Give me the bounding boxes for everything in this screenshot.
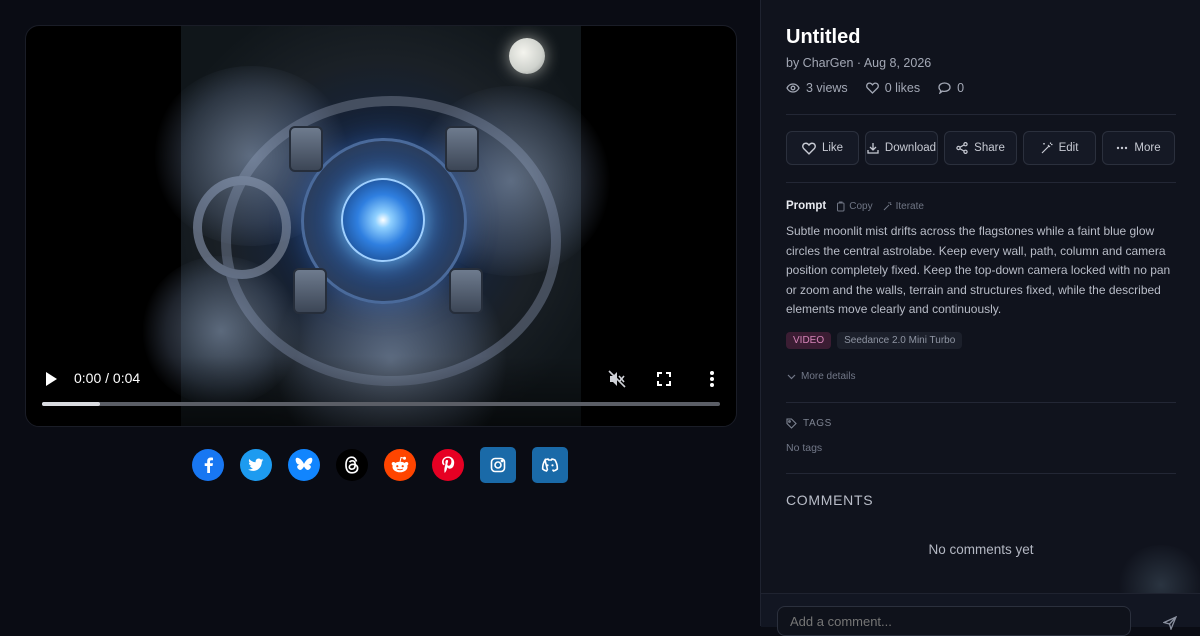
like-label: Like [821,142,844,154]
volume-muted-icon [608,370,626,388]
mute-button[interactable] [606,368,628,390]
threads-icon [345,456,359,474]
model-badge: Seedance 2.0 Mini Turbo [837,332,963,349]
copy-prompt-button[interactable]: Copy [836,200,873,212]
discord-icon [541,458,559,472]
twitter-icon [248,458,264,471]
pinterest-icon [442,456,455,473]
bluesky-share-button[interactable] [288,449,320,481]
divider [786,473,1176,474]
post-byline: by CharGen · Aug 8, 2026 [786,56,932,70]
column [449,268,483,314]
moon [509,38,545,74]
views-count: 3 views [806,81,848,95]
tags-empty: No tags [786,442,823,454]
facebook-share-button[interactable] [192,449,224,481]
comment-icon [938,82,951,94]
views-stat: 3 views [786,81,848,95]
heart-icon [865,82,879,94]
threads-share-button[interactable] [336,449,368,481]
sparkle-icon [883,202,892,211]
share-label: Share [974,142,1005,154]
eye-icon [786,83,800,93]
reddit-share-button[interactable] [384,449,416,481]
comments-stat: 0 [938,81,964,95]
magic-wand-icon [1041,142,1053,154]
heart-icon [802,142,816,155]
discord-share-button[interactable] [532,447,568,483]
send-icon [1162,615,1178,631]
post-stats: 3 views 0 likes 0 [786,81,964,95]
tags-heading: TAGS [803,418,832,429]
download-label: Download [884,142,937,154]
media-pane: 0:00 / 0:04 [0,0,760,626]
fullscreen-button[interactable] [653,368,675,390]
post-title: Untitled [786,26,861,48]
divider [786,402,1176,403]
badges: VIDEO Seedance 2.0 Mini Turbo [786,332,963,349]
pinterest-share-button[interactable] [432,449,464,481]
copy-label: Copy [849,200,873,212]
more-details-toggle[interactable]: More details [787,371,855,382]
video-menu-button[interactable] [701,368,723,390]
more-horizontal-icon [1117,146,1128,150]
comment-composer [761,593,1200,636]
fullscreen-icon [657,372,671,386]
download-button[interactable]: Download [865,131,938,165]
media-type-badge: VIDEO [786,332,832,349]
video-controls-overlay [26,356,736,426]
twitter-share-button[interactable] [240,449,272,481]
share-button[interactable]: Share [944,131,1017,165]
column [289,126,323,172]
copy-icon [837,201,845,211]
video-player[interactable]: 0:00 / 0:04 [25,25,737,427]
play-icon [46,372,57,386]
more-vertical-icon [710,371,714,387]
play-button[interactable] [40,368,62,390]
chevron-down-icon [787,374,796,379]
more-label: More [1134,142,1161,154]
share-buttons [192,447,568,483]
prompt-label: Prompt [786,200,827,212]
divider [786,182,1176,183]
instagram-share-button[interactable] [480,447,516,483]
edit-button[interactable]: Edit [1023,131,1096,165]
astrolabe-core [341,178,425,262]
like-button[interactable]: Like [786,131,859,165]
video-progress-fill [42,402,100,406]
column [445,126,479,172]
likes-stat: 0 likes [865,81,921,95]
video-progress-bar[interactable] [42,402,720,406]
action-bar: Like Download Share Edit More [786,131,1175,165]
edit-label: Edit [1058,142,1079,154]
more-button[interactable]: More [1102,131,1175,165]
instagram-icon [490,457,506,473]
prompt-text: Subtle moonlit mist drifts across the fl… [786,224,1171,316]
comment-input[interactable] [777,606,1131,636]
facebook-icon [204,457,213,473]
iterate-prompt-button[interactable]: Iterate [883,201,924,212]
tag-icon [786,418,797,429]
more-details-label: More details [801,371,856,382]
tags-header: TAGS [786,418,832,429]
butterfly-icon [295,457,313,470]
video-time: 0:00 / 0:04 [74,370,141,386]
prompt-header: Prompt Copy Iterate [786,200,924,212]
comments-heading: COMMENTS [786,492,874,508]
reddit-icon [391,456,409,473]
share-icon [956,142,968,154]
comments-count: 0 [957,81,965,95]
details-panel: Untitled by CharGen · Aug 8, 2026 3 view… [760,0,1200,636]
column [293,268,327,314]
divider [786,114,1176,115]
iterate-label: Iterate [895,200,924,212]
send-comment-button[interactable] [1162,615,1179,632]
download-icon [867,143,879,154]
likes-count: 0 likes [884,81,921,95]
